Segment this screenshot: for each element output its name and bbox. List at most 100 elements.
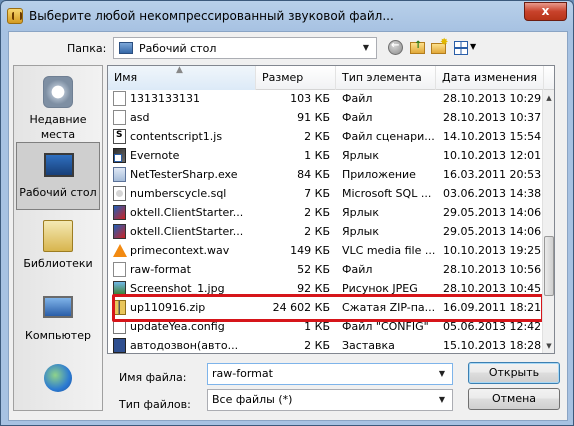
filetype-label: Тип файлов: [119,398,191,411]
file-row[interactable]: oktell.ClientStarter... 2 КБ Ярлык 29.05.20… [108,222,544,241]
file-size: 1 КБ [304,149,330,162]
file-row[interactable]: asd 91 КБ Файл 28.10.2013 10:37 [108,108,544,127]
dialog-title: Выберите любой некомпрессированный звуко… [29,9,394,23]
file-size: 91 КБ [297,111,330,124]
sort-ascending-icon: ▲ [176,65,183,75]
file-type: Файл сценари... [342,130,435,143]
desktop-folder-icon [119,42,133,54]
js-file-icon [113,129,126,144]
lnk2-file-icon [113,338,126,353]
file-row[interactable]: Evernote 1 КБ Ярлык 10.10.2013 12:01 [108,146,544,165]
file-name: contentscript1.js [130,130,223,143]
scroll-thumb[interactable] [544,236,554,296]
file-type: VLC media file ... [342,244,436,257]
column-name-label: Имя [114,71,138,84]
file-list-header: ▲ Имя Размер Тип элемента Дата изменения [108,66,554,90]
file-file-icon [113,110,126,125]
file-size: 2 КБ [304,130,330,143]
column-type[interactable]: Тип элемента [336,66,436,90]
file-name: primecontext.wav [130,244,230,257]
file-size: 52 КБ [297,263,330,276]
close-button[interactable]: x [524,2,567,21]
file-size: 84 КБ [297,168,330,181]
file-row[interactable]: contentscript1.js 2 КБ Файл сценари... 14.1… [108,127,544,146]
sql-file-icon [113,186,126,201]
view-menu-button[interactable]: ▼ [453,39,479,57]
file-name: numberscycle.sql [130,187,227,200]
shortcut-file-icon [113,148,126,163]
place-libraries[interactable]: Библиотеки [16,214,100,282]
file-type: Ярлык [342,149,379,162]
title-bar[interactable]: Выберите любой некомпрессированный звуко… [1,1,573,31]
filename-input[interactable]: raw-format ▼ [207,363,453,385]
cancel-button[interactable]: Отмена [468,388,560,410]
column-size-label: Размер [262,71,304,84]
scroll-up-icon[interactable]: ▲ [543,90,554,106]
filetype-value: Все файлы (*) [212,393,293,406]
place-label: Недавние места [29,113,87,141]
column-type-label: Тип элемента [342,71,422,84]
file-type: Ярлык [342,225,379,238]
chevron-down-icon: ▼ [470,42,477,51]
file-row[interactable]: numberscycle.sql 7 КБ Microsoft SQL ... 03.… [108,184,544,203]
file-type: Файл [342,111,373,124]
file-size: 2 КБ [304,206,330,219]
open-button[interactable]: Открыть [468,362,560,384]
place-computer[interactable]: Компьютер [16,286,100,354]
file-name: автодозвон(авто... [130,339,239,352]
app-icon [7,8,23,24]
file-name: oktell.ClientStarter... [130,206,244,219]
place-network[interactable] [16,358,100,425]
file-size: 2 КБ [304,225,330,238]
file-date: 29.05.2013 14:06 [443,225,542,238]
file-row[interactable]: NetTesterSharp.exe 84 КБ Приложение 16.03.2… [108,165,544,184]
file-date: 28.10.2013 10:56 [443,263,542,276]
up-folder-button[interactable] [409,39,427,57]
new-folder-button[interactable]: ✸ [430,37,449,57]
file-type: Приложение [342,168,416,181]
lookin-dropdown[interactable]: Рабочий стол ▼ [113,37,377,59]
chevron-down-icon[interactable]: ▼ [435,393,449,407]
filename-label: Имя файла: [119,371,187,384]
computer-icon [43,296,73,318]
back-arrow-icon [388,40,403,55]
lookin-value: Рабочий стол [139,42,217,55]
file-row[interactable]: 1313133131 103 КБ Файл 28.10.2013 10:29 [108,89,544,108]
filetype-dropdown[interactable]: Все файлы (*) ▼ [207,389,453,411]
file-name: oktell.ClientStarter... [130,225,244,238]
libraries-icon [43,220,73,252]
file-list[interactable]: ▲ Имя Размер Тип элемента Дата изменения… [107,65,555,354]
scroll-down-icon[interactable]: ▼ [543,338,554,353]
sparkle-icon: ✸ [440,37,449,48]
file-date: 03.06.2013 14:38 [443,187,542,200]
chevron-down-icon[interactable]: ▼ [435,367,449,381]
column-size[interactable]: Размер [256,66,336,90]
file-row[interactable]: автодозвон(авто... 2 КБ Заставка 15.10.2013… [108,336,544,353]
column-name[interactable]: ▲ Имя [108,66,256,90]
file-type: Файл [342,92,373,105]
file-row[interactable]: raw-format 52 КБ Файл 28.10.2013 10:56 [108,260,544,279]
file-size: 149 КБ [290,244,330,257]
column-date[interactable]: Дата изменения [436,66,544,90]
place-label: Компьютер [25,329,91,342]
file-name: NetTesterSharp.exe [130,168,238,181]
place-label: Рабочий стол [19,186,97,199]
filename-value: raw-format [212,367,273,380]
exe-file-icon [113,167,126,182]
oktell-file-icon [113,205,126,220]
place-recent[interactable]: Недавние места [16,70,100,141]
vertical-scrollbar[interactable]: ▲ ▼ [542,90,554,353]
file-row[interactable]: oktell.ClientStarter... 2 КБ Ярлык 29.05.20… [108,203,544,222]
chevron-down-icon[interactable]: ▼ [359,41,373,55]
file-row[interactable]: primecontext.wav 149 КБ VLC media file ...… [108,241,544,260]
back-button[interactable] [387,39,405,57]
file-size: 7 КБ [304,187,330,200]
file-type: Файл [342,263,373,276]
place-label: Библиотеки [23,257,93,270]
file-file-icon [113,91,126,106]
place-desktop[interactable]: Рабочий стол [16,142,100,210]
file-type: Ярлык [342,206,379,219]
vlc-file-icon [113,243,127,258]
file-type: Заставка [342,339,395,352]
file-open-dialog: Выберите любой некомпрессированный звуко… [0,0,574,426]
